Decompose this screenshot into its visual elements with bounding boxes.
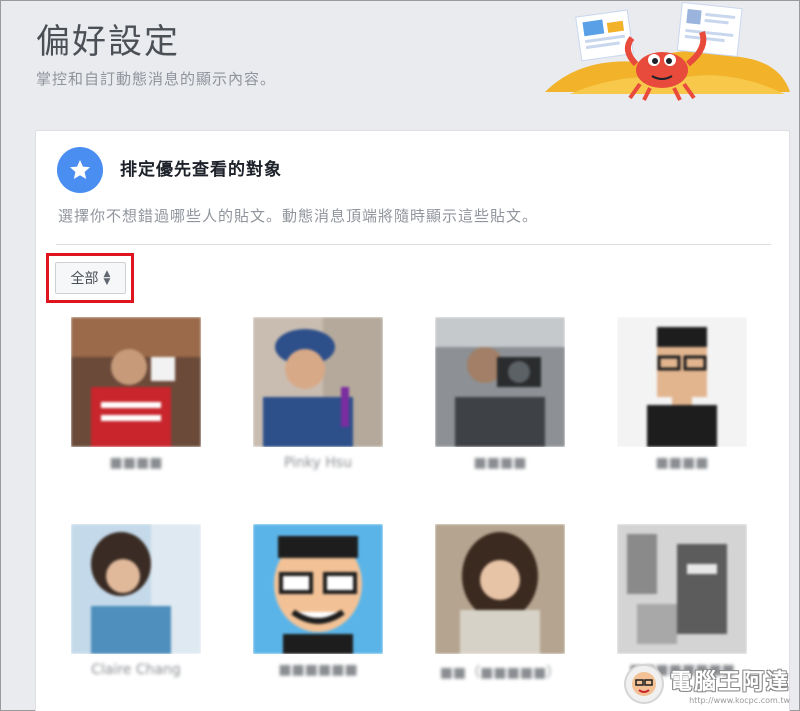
friend-avatar[interactable] — [71, 317, 201, 447]
friend-avatar[interactable] — [617, 317, 747, 447]
page-subtitle: 掌控和自訂動態消息的顯示內容。 — [36, 70, 277, 88]
friend-name: ■■■■■■ — [278, 662, 358, 678]
sort-arrows-icon: ▲ ▼ — [103, 269, 111, 287]
friend-name: Claire Chang — [91, 662, 181, 678]
friend-avatar[interactable] — [71, 524, 201, 654]
friend-avatar[interactable] — [253, 524, 383, 654]
friend-avatar[interactable] — [253, 317, 383, 447]
watermark-text: 電腦王阿達 — [670, 669, 791, 695]
friend-item[interactable]: ■■（■■■■■） — [425, 524, 575, 699]
friend-name: ■■■■ — [473, 455, 527, 471]
filter-dropdown[interactable]: 全部 ▲ ▼ — [55, 262, 126, 294]
crab-illustration — [545, 2, 790, 101]
page-title: 偏好設定 — [36, 22, 180, 62]
friend-item[interactable]: ■■■■ — [425, 317, 575, 492]
friend-avatar[interactable] — [435, 317, 565, 447]
watermark-url: http://www.kocpc.com.tw — [689, 695, 791, 705]
friend-name: ■■■■ — [655, 455, 709, 471]
friend-item[interactable]: Claire Chang — [61, 524, 211, 699]
friend-item[interactable]: Pinky Hsu — [243, 317, 393, 492]
watermark-logo-icon — [624, 664, 664, 704]
favorites-card: 排定優先查看的對象 選擇你不想錯過哪些人的貼文。動態消息頂端將隨時顯示這些貼文。… — [35, 130, 790, 711]
friend-name: Pinky Hsu — [284, 455, 352, 471]
section-description: 選擇你不想錯過哪些人的貼文。動態消息頂端將隨時顯示這些貼文。 — [58, 207, 539, 225]
friend-avatar[interactable] — [617, 524, 747, 654]
section-title: 排定優先查看的對象 — [120, 160, 282, 180]
friend-item[interactable]: ■■■■ — [61, 317, 211, 492]
friend-name: ■■（■■■■■） — [439, 665, 561, 681]
divider — [56, 244, 771, 245]
friend-name: ■■■■ — [109, 455, 163, 471]
star-icon — [57, 147, 103, 193]
friend-avatar[interactable] — [435, 524, 565, 654]
site-watermark: 電腦王阿達 http://www.kocpc.com.tw — [624, 662, 792, 706]
filter-selected-label: 全部 — [70, 271, 99, 287]
friend-item[interactable]: ■■■■ — [607, 317, 757, 492]
friend-item[interactable]: ■■■■■■ — [243, 524, 393, 699]
